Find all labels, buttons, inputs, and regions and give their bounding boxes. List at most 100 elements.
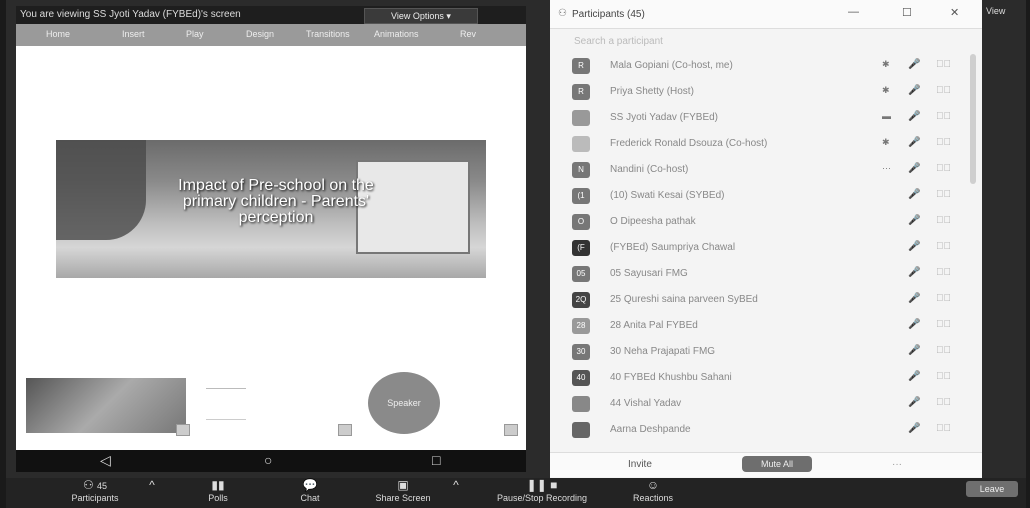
participants-button[interactable]: ⚇ 45 Participants <box>60 478 130 508</box>
mic-icon[interactable]: 🎤 <box>908 111 920 122</box>
mic-icon[interactable]: 🎤 <box>908 163 920 174</box>
camera-icon[interactable]: ⊏⃞ <box>936 163 951 174</box>
mic-icon[interactable]: 🎤 <box>908 293 920 304</box>
more-icon: ··· <box>882 163 891 173</box>
list-item[interactable]: R Priya Shetty (Host) ✱ 🎤 ⊏⃞ <box>550 79 970 105</box>
expand-icon[interactable] <box>338 424 352 436</box>
participant-search-input[interactable]: Search a participant <box>562 33 954 51</box>
camera-icon[interactable]: ⊏⃞ <box>936 111 951 122</box>
expand-icon[interactable] <box>504 424 518 436</box>
mic-icon[interactable]: 🎤 <box>908 215 920 226</box>
speaker-button[interactable]: Speaker <box>368 372 440 434</box>
camera-icon[interactable]: ⊏⃞ <box>936 397 951 408</box>
list-item[interactable]: 28 28 Anita Pal FYBEd 🎤 ⊏⃞ <box>550 313 970 339</box>
polls-button[interactable]: ▮▮ Polls <box>198 478 238 508</box>
list-item[interactable]: (1 (10) Swati Kesai (SYBEd) 🎤 ⊏⃞ <box>550 183 970 209</box>
minimize-icon[interactable]: — <box>848 6 859 18</box>
ribbon-tab-design[interactable]: Design <box>246 29 274 39</box>
camera-icon[interactable]: ⊏⃞ <box>936 267 951 278</box>
slide-title-line: primary children - Parents' <box>182 193 370 210</box>
ribbon-tab-insert[interactable]: Insert <box>122 29 145 39</box>
participants-menu-caret[interactable]: ^ <box>142 478 162 508</box>
maximize-icon[interactable]: ☐ <box>902 6 912 19</box>
list-item[interactable]: 40 40 FYBEd Khushbu Sahani 🎤 ⊏⃞ <box>550 365 970 391</box>
camera-icon[interactable]: ⊏⃞ <box>936 85 951 96</box>
ribbon-tab-play[interactable]: Play <box>186 29 204 39</box>
participant-name: Aarna Deshpande <box>610 424 691 435</box>
list-item[interactable]: Frederick Ronald Dsouza (Co-host) ✱ 🎤 ⊏⃞ <box>550 131 970 157</box>
camera-icon[interactable]: ⊏⃞ <box>936 137 951 148</box>
leave-button[interactable]: Leave <box>966 481 1018 497</box>
slide-title: Impact of Pre-school on the primary chil… <box>76 178 476 226</box>
share-screen-button[interactable]: ▣ Share Screen <box>368 478 438 508</box>
list-item[interactable]: (F (FYBEd) Saumpriya Chawal 🎤 ⊏⃞ <box>550 235 970 261</box>
share-screen-label: Share Screen <box>375 493 431 503</box>
avatar: 2Q <box>572 292 590 308</box>
participant-name: O Dipeesha pathak <box>610 216 696 227</box>
mute-all-button[interactable]: Mute All <box>742 456 812 472</box>
camera-icon[interactable]: ⊏⃞ <box>936 345 951 356</box>
mic-icon[interactable]: 🎤 <box>908 85 920 96</box>
shared-screen: You are viewing SS Jyoti Yadav (FYBEd)'s… <box>16 6 526 450</box>
mic-icon[interactable]: 🎤 <box>908 371 920 382</box>
participants-panel: ⚇ Participants (45) — ☐ ✕ Search a parti… <box>550 0 982 478</box>
list-item[interactable]: 2Q 25 Qureshi saina parveen SyBEd 🎤 ⊏⃞ <box>550 287 970 313</box>
participant-list-scrollbar[interactable] <box>970 54 976 184</box>
view-button[interactable]: View <box>986 6 1005 16</box>
view-options-button[interactable]: View Options ▾ <box>364 8 478 24</box>
participant-name: Priya Shetty (Host) <box>610 86 694 97</box>
avatar <box>572 136 590 152</box>
reactions-button[interactable]: ☺ Reactions <box>626 478 680 508</box>
invite-button[interactable]: Invite <box>628 459 652 470</box>
participant-name: (10) Swati Kesai (SYBEd) <box>610 190 725 201</box>
participant-name: 05 Sayusari FMG <box>610 268 688 279</box>
mic-icon[interactable]: 🎤 <box>908 241 920 252</box>
home-icon[interactable]: ○ <box>264 452 272 468</box>
camera-icon[interactable]: ⊏⃞ <box>936 371 951 382</box>
list-item[interactable]: 05 05 Sayusari FMG 🎤 ⊏⃞ <box>550 261 970 287</box>
ribbon-tab-home[interactable]: Home <box>46 29 70 39</box>
chat-button[interactable]: 💬 Chat <box>290 478 330 508</box>
mic-icon[interactable]: 🎤 <box>908 59 920 70</box>
avatar: 40 <box>572 370 590 386</box>
camera-icon[interactable]: ⊏⃞ <box>936 319 951 330</box>
list-item[interactable]: R Mala Gopiani (Co-host, me) ✱ 🎤 ⊏⃞ <box>550 53 970 79</box>
slide-thumbnail[interactable] <box>26 378 186 433</box>
participants-icon: ⚇ <box>558 8 567 19</box>
recent-apps-icon[interactable]: □ <box>432 452 440 468</box>
ribbon-tab-review[interactable]: Rev <box>460 29 476 39</box>
ribbon-tab-transitions[interactable]: Transitions <box>306 29 350 39</box>
camera-icon[interactable]: ⊏⃞ <box>936 293 951 304</box>
camera-icon[interactable]: ⊏⃞ <box>936 189 951 200</box>
slide-title-line: Impact of Pre-school on the <box>178 177 374 194</box>
mic-icon[interactable]: 🎤 <box>908 319 920 330</box>
list-item[interactable]: Aarna Deshpande 🎤 ⊏⃞ <box>550 417 970 443</box>
close-icon[interactable]: ✕ <box>950 6 959 19</box>
mic-icon[interactable]: 🎤 <box>908 345 920 356</box>
camera-icon[interactable]: ⊏⃞ <box>936 241 951 252</box>
participant-name: SS Jyoti Yadav (FYBEd) <box>610 112 719 123</box>
mic-icon[interactable]: 🎤 <box>908 189 920 200</box>
ribbon-tab-animations[interactable]: Animations <box>374 29 419 39</box>
camera-icon[interactable]: ⊏⃞ <box>936 215 951 226</box>
more-options-button[interactable]: ··· <box>892 459 902 470</box>
slide-image: Impact of Pre-school on the primary chil… <box>56 140 486 278</box>
chevron-up-icon: ^ <box>149 478 155 492</box>
list-item[interactable]: O O Dipeesha pathak 🎤 ⊏⃞ <box>550 209 970 235</box>
list-item[interactable]: 30 30 Neha Prajapati FMG 🎤 ⊏⃞ <box>550 339 970 365</box>
mic-icon[interactable]: 🎤 <box>908 267 920 278</box>
back-icon[interactable]: ◁ <box>100 452 111 469</box>
mic-icon[interactable]: 🎤 <box>908 397 920 408</box>
expand-icon[interactable] <box>176 424 190 436</box>
share-menu-caret[interactable]: ^ <box>446 478 466 508</box>
list-item[interactable]: SS Jyoti Yadav (FYBEd) ▬ 🎤 ⊏⃞ <box>550 105 970 131</box>
mic-icon[interactable]: 🎤 <box>908 423 920 434</box>
camera-icon[interactable]: ⊏⃞ <box>936 59 951 70</box>
participant-name: 30 Neha Prajapati FMG <box>610 346 716 357</box>
reactions-label: Reactions <box>632 493 674 503</box>
list-item[interactable]: 44 Vishal Yadav 🎤 ⊏⃞ <box>550 391 970 417</box>
camera-icon[interactable]: ⊏⃞ <box>936 423 951 434</box>
mic-icon[interactable]: 🎤 <box>908 137 920 148</box>
pause-stop-recording-button[interactable]: ❚❚ ■ Pause/Stop Recording <box>482 478 602 508</box>
list-item[interactable]: N Nandini (Co-host) ··· 🎤 ⊏⃞ <box>550 157 970 183</box>
